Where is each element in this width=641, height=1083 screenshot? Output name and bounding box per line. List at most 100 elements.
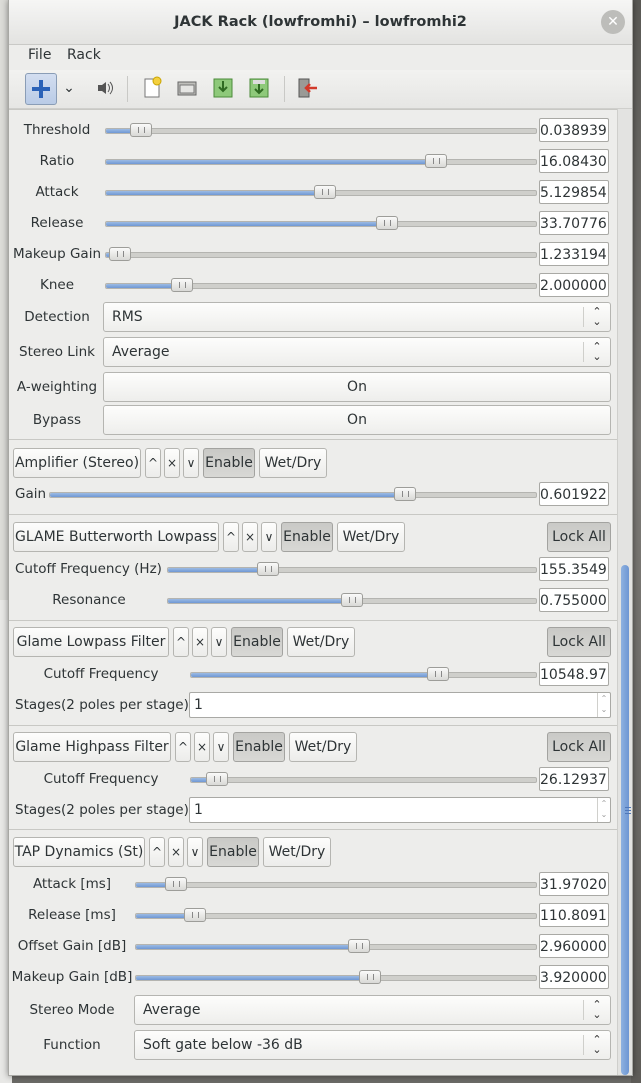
value-spinbox[interactable]: 1.233194 <box>539 242 609 266</box>
value-spinbox[interactable]: 10548.97 <box>539 662 609 686</box>
remove-plugin-button[interactable]: × <box>164 448 180 478</box>
slider-track[interactable] <box>105 283 537 289</box>
wet-dry-button[interactable]: Wet/Dry <box>337 522 405 552</box>
slider-handle[interactable] <box>314 185 337 199</box>
spin-updown-icon[interactable]: ⌃ ⌄ <box>597 693 610 717</box>
move-down-button[interactable]: ∨ <box>211 627 227 657</box>
save-button[interactable] <box>208 73 238 103</box>
enable-button[interactable]: Enable <box>233 732 285 762</box>
stages-entry[interactable]: 1 ⌃ ⌄ <box>189 797 611 823</box>
value-spinbox[interactable]: 33.70776 <box>539 211 609 235</box>
move-up-button[interactable]: ^ <box>145 448 161 478</box>
add-plugin-button[interactable] <box>25 73 57 105</box>
vertical-scrollbar[interactable] <box>617 109 632 1075</box>
quit-button[interactable] <box>292 73 322 103</box>
combo-box[interactable]: Average ⌃ ⌄ <box>103 337 611 367</box>
plugin-name-button[interactable]: GLAME Butterworth Lowpass <box>13 522 219 552</box>
speaker-button[interactable] <box>89 73 119 103</box>
combo-box[interactable]: RMS ⌃ ⌄ <box>103 302 611 332</box>
menu-file[interactable]: File <box>28 47 51 63</box>
wet-dry-button[interactable]: Wet/Dry <box>263 837 331 867</box>
value-spinbox[interactable]: 3.920000 <box>539 965 609 989</box>
enable-button[interactable]: Enable <box>281 522 333 552</box>
param-label: Cutoff Frequency <box>43 666 159 682</box>
open-button[interactable] <box>172 73 202 103</box>
slider-track[interactable] <box>105 221 537 227</box>
slider-track[interactable] <box>135 944 537 950</box>
slider-track[interactable] <box>105 252 537 258</box>
move-down-button[interactable]: ∨ <box>213 732 229 762</box>
value-spinbox[interactable]: 0.601922 <box>539 482 609 506</box>
lock-all-button[interactable]: Lock All <box>547 522 611 552</box>
remove-plugin-button[interactable]: × <box>242 522 258 552</box>
spin-updown-icon[interactable]: ⌃ ⌄ <box>597 798 610 822</box>
remove-plugin-button[interactable]: × <box>168 837 184 867</box>
slider-track[interactable] <box>135 975 537 981</box>
value-spinbox[interactable]: 0.755000 <box>539 588 609 612</box>
slider-track[interactable] <box>135 882 537 888</box>
slider-handle[interactable] <box>347 939 370 953</box>
wet-dry-button[interactable]: Wet/Dry <box>287 627 355 657</box>
value-spinbox[interactable]: 16.08430 <box>539 149 609 173</box>
slider-track[interactable] <box>190 672 537 678</box>
slider-handle[interactable] <box>165 877 188 891</box>
value-spinbox[interactable]: 0.038939 <box>539 118 609 142</box>
plugin-name-button[interactable]: TAP Dynamics (St) <box>13 837 145 867</box>
slider-track[interactable] <box>105 128 537 134</box>
bypass-toggle[interactable]: On <box>103 405 611 435</box>
slider-handle[interactable] <box>257 562 280 576</box>
lock-all-button[interactable]: Lock All <box>547 732 611 762</box>
value-spinbox[interactable]: 31.97020 <box>539 872 609 896</box>
enable-button[interactable]: Enable <box>203 448 255 478</box>
slider-handle[interactable] <box>341 593 363 607</box>
move-up-button[interactable]: ^ <box>149 837 165 867</box>
slider-handle[interactable] <box>170 278 193 292</box>
new-button[interactable] <box>137 73 167 103</box>
slider-track[interactable] <box>105 159 537 165</box>
remove-plugin-button[interactable]: × <box>192 627 208 657</box>
value-spinbox[interactable]: 155.3549 <box>539 557 609 581</box>
chevron-down-icon[interactable]: ⌄ <box>59 73 79 103</box>
save-as-button[interactable] <box>244 73 274 103</box>
enable-button[interactable]: Enable <box>231 627 283 657</box>
combo-box[interactable]: Soft gate below -36 dB ⌃ ⌄ <box>134 1030 611 1060</box>
move-down-button[interactable]: ∨ <box>187 837 203 867</box>
move-up-button[interactable]: ^ <box>175 732 191 762</box>
plugin-name-button[interactable]: Glame Highpass Filter <box>13 732 171 762</box>
slider-handle[interactable] <box>109 247 132 261</box>
slider-handle[interactable] <box>206 772 229 786</box>
value-spinbox[interactable]: 26.12937 <box>539 767 609 791</box>
slider-handle[interactable] <box>427 667 450 681</box>
move-down-button[interactable]: ∨ <box>183 448 199 478</box>
slider-handle[interactable] <box>375 216 398 230</box>
remove-plugin-button[interactable]: × <box>194 732 210 762</box>
move-up-button[interactable]: ^ <box>173 627 189 657</box>
slider-handle[interactable] <box>424 154 447 168</box>
wet-dry-button[interactable]: Wet/Dry <box>259 448 327 478</box>
move-up-button[interactable]: ^ <box>223 522 239 552</box>
value-spinbox[interactable]: 110.8091 <box>539 903 609 927</box>
lock-all-button[interactable]: Lock All <box>547 627 611 657</box>
stages-entry[interactable]: 1 ⌃ ⌄ <box>189 692 611 718</box>
plugin-name-button[interactable]: Glame Lowpass Filter <box>13 627 169 657</box>
slider-track[interactable] <box>167 567 537 573</box>
slider-handle[interactable] <box>359 970 382 984</box>
move-down-button[interactable]: ∨ <box>261 522 277 552</box>
scrollbar-thumb[interactable] <box>621 565 631 1075</box>
combo-box[interactable]: Average ⌃ ⌄ <box>134 995 611 1025</box>
titlebar[interactable]: JACK Rack (lowfromhi) – lowfromhi2 ✕ <box>9 0 632 45</box>
a-weighting-toggle[interactable]: On <box>103 372 611 402</box>
slider-track[interactable] <box>49 492 537 498</box>
slider-handle[interactable] <box>393 487 416 501</box>
enable-button[interactable]: Enable <box>207 837 259 867</box>
wet-dry-button[interactable]: Wet/Dry <box>289 732 357 762</box>
slider-handle[interactable] <box>184 908 207 922</box>
value-spinbox[interactable]: 2.000000 <box>539 273 609 297</box>
slider-track[interactable] <box>190 777 537 783</box>
value-spinbox[interactable]: 2.960000 <box>539 934 609 958</box>
plugin-name-button[interactable]: Amplifier (Stereo) <box>13 448 141 478</box>
slider-handle[interactable] <box>129 123 152 137</box>
value-spinbox[interactable]: 5.129854 <box>539 180 609 204</box>
menu-rack[interactable]: Rack <box>67 47 101 63</box>
close-window-button[interactable]: ✕ <box>601 10 625 34</box>
